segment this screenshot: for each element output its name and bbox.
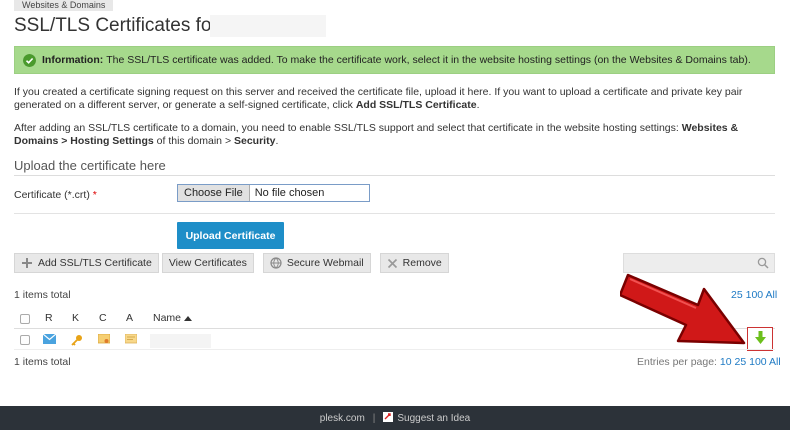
webmail-globe-icon — [270, 257, 282, 269]
entries-option-all[interactable]: All — [769, 356, 781, 368]
select-all-checkbox[interactable] — [20, 314, 30, 324]
row-checkbox[interactable] — [20, 335, 30, 345]
column-header-c[interactable]: C — [99, 312, 107, 324]
view-certificates-button[interactable]: View Certificates — [161, 253, 254, 273]
search-icon[interactable] — [757, 257, 769, 272]
column-header-a[interactable]: A — [126, 312, 133, 324]
breadcrumb[interactable]: Websites & Domains — [14, 0, 114, 11]
entries-option-10[interactable]: 10 — [720, 356, 732, 368]
info-text: The SSL/TLS certificate was added. To ma… — [106, 54, 751, 66]
certificate-toolbar: Add SSL/TLS Certificate View Certificate… — [14, 253, 449, 273]
suggest-idea-icon — [383, 411, 394, 425]
entries-option-25[interactable]: 25 — [735, 356, 747, 368]
remove-button[interactable]: Remove — [379, 253, 449, 273]
certificate-file-input[interactable]: Choose File No file chosen — [177, 184, 370, 202]
intro-paragraph-2: After adding an SSL/TLS certificate to a… — [14, 122, 739, 147]
annotation-arrow-icon — [620, 273, 746, 345]
info-message-box: Information: The SSL/TLS certificate was… — [14, 46, 775, 74]
suggest-idea-link[interactable]: Suggest an Idea — [383, 411, 470, 425]
mail-envelope-icon — [42, 333, 57, 347]
secure-webmail-button[interactable]: Secure Webmail — [262, 253, 371, 273]
items-total-top: 1 items total — [14, 289, 71, 301]
page-link-all[interactable]: All — [765, 289, 777, 301]
column-header-k[interactable]: K — [72, 312, 79, 324]
remove-x-icon — [387, 258, 398, 269]
footer: plesk.com | Suggest an Idea — [0, 406, 790, 430]
upload-certificate-button[interactable]: Upload Certificate — [177, 222, 284, 249]
column-header-r[interactable]: R — [45, 312, 53, 324]
intro-paragraph-1: If you created a certificate signing req… — [14, 86, 743, 111]
form-divider — [14, 213, 775, 214]
upload-section-title: Upload the certificate here — [14, 158, 166, 173]
info-label: Information: — [42, 54, 104, 66]
redacted-certificate-name[interactable] — [150, 334, 211, 348]
redacted-domain-name — [210, 15, 326, 37]
column-header-name[interactable]: Name — [153, 312, 192, 324]
certificate-field-label: Certificate (*.crt) * — [14, 189, 97, 201]
key-icon — [71, 334, 83, 349]
download-arrow-icon — [754, 331, 766, 347]
footer-site-link[interactable]: plesk.com — [320, 413, 365, 424]
page-title: SSL/TLS Certificates for — [14, 15, 218, 36]
items-total-bottom: 1 items total — [14, 356, 71, 368]
download-certificate-button[interactable] — [747, 327, 773, 351]
add-certificate-button[interactable]: Add SSL/TLS Certificate — [14, 253, 159, 273]
entries-per-page: Entries per page: 10 25 100 All — [637, 356, 781, 368]
authority-certificate-icon — [124, 333, 138, 347]
check-circle-icon — [23, 53, 36, 67]
section-divider — [14, 175, 775, 176]
required-mark: * — [92, 189, 97, 201]
entries-option-100[interactable]: 100 — [749, 356, 767, 368]
footer-separator: | — [372, 412, 376, 424]
sort-ascending-icon — [183, 312, 192, 324]
choose-file-button[interactable]: Choose File — [178, 185, 250, 201]
certificate-icon — [97, 333, 111, 348]
file-status-text: No file chosen — [254, 187, 325, 199]
plus-icon — [21, 257, 33, 269]
